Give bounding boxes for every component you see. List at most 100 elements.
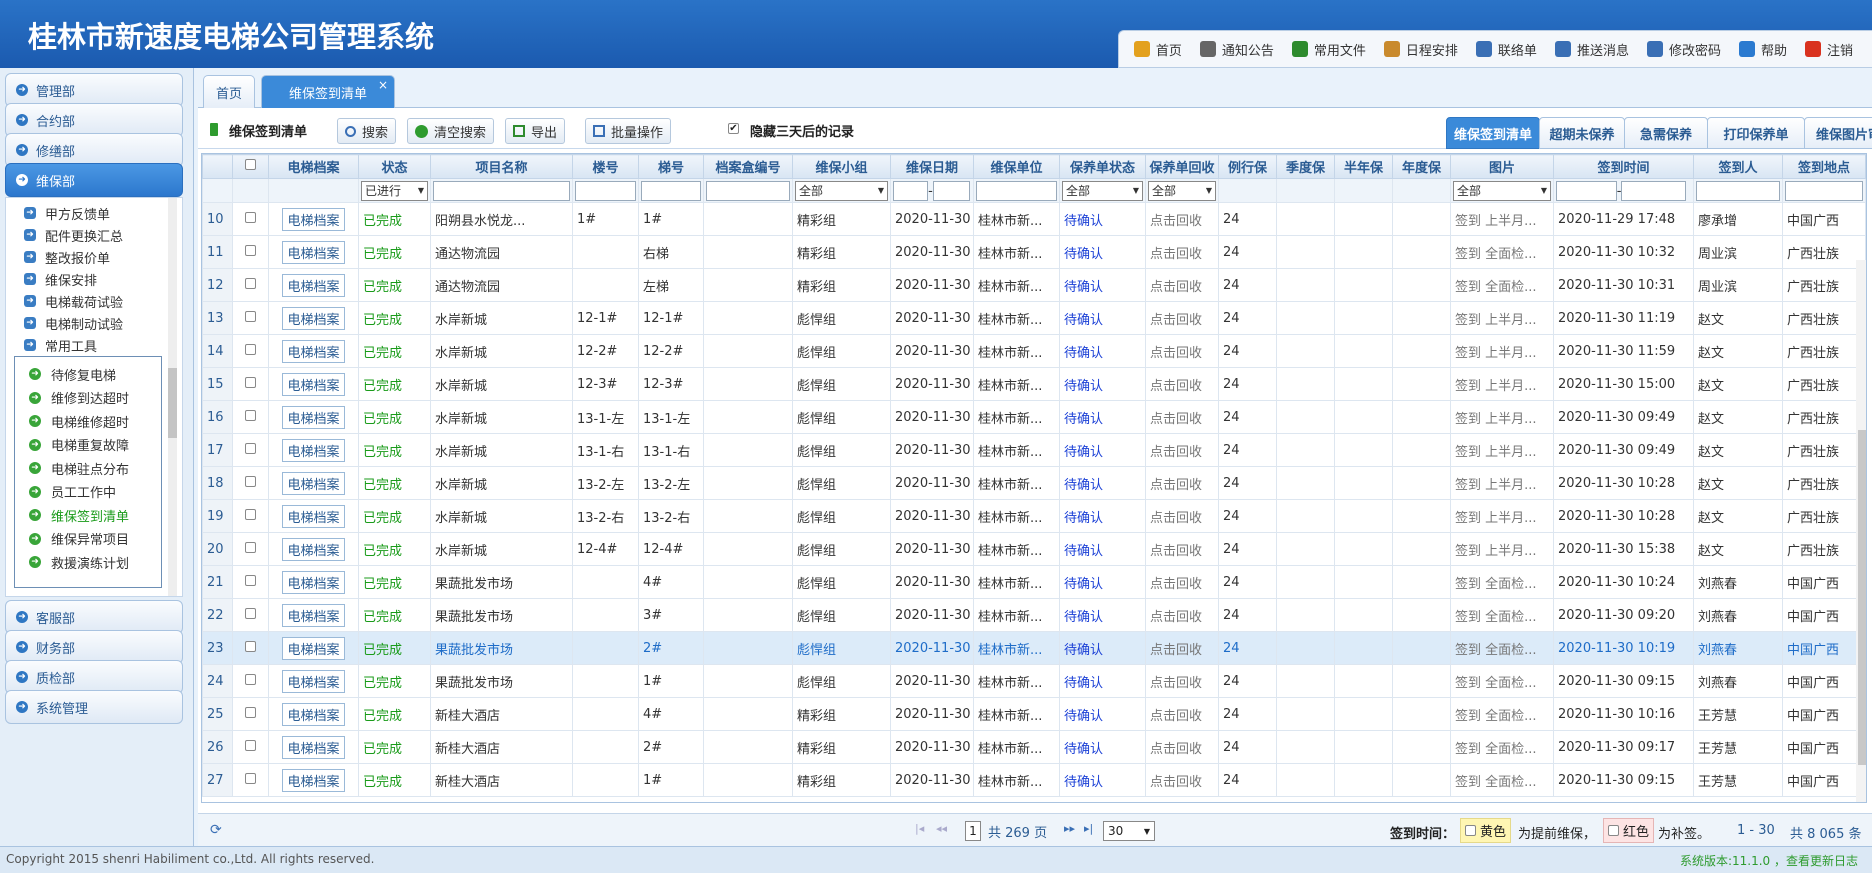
cell-img[interactable]: 签到 上半月... bbox=[1455, 412, 1537, 427]
row-checkbox[interactable] bbox=[245, 310, 256, 322]
cell-ostatus[interactable]: 待确认 bbox=[1064, 643, 1103, 658]
col-header[interactable]: 签到人 bbox=[1693, 154, 1783, 179]
cell-recycle[interactable]: 点击回收 bbox=[1150, 742, 1202, 757]
table-row[interactable]: 15 电梯档案 已完成 水岸新城 12-3# 12-3# 彪悍组 2020-11-30 桂林市新… bbox=[202, 367, 1866, 401]
table-row[interactable]: 21 电梯档案 已完成 果蔬批发市场 4# 彪悍组 2020-11-30 桂林市新... 待确认… bbox=[202, 565, 1866, 599]
select-all-checkbox[interactable] bbox=[245, 159, 256, 170]
view-tab-1[interactable]: 超期未保养 bbox=[1539, 117, 1625, 149]
row-checkbox[interactable] bbox=[245, 574, 256, 586]
clear-search-button[interactable]: 清空搜索 bbox=[407, 118, 495, 144]
row-checkbox[interactable] bbox=[245, 541, 256, 553]
view-tab-3[interactable]: 打印保养单 bbox=[1707, 117, 1805, 149]
cell-ostatus[interactable]: 待确认 bbox=[1064, 412, 1103, 427]
elevator-file-button[interactable]: 电梯档案 bbox=[282, 471, 345, 495]
submenu-item-1[interactable]: ➜ 配件更换汇总 bbox=[24, 224, 123, 246]
filter-select[interactable]: 已进行 ▼ bbox=[361, 180, 428, 201]
col-header[interactable]: 图片 bbox=[1450, 154, 1554, 179]
cell-ostatus[interactable]: 待确认 bbox=[1064, 379, 1103, 394]
col-header[interactable]: 楼号 bbox=[572, 154, 639, 179]
table-row[interactable]: 27 电梯档案 已完成 新桂大酒店 1# 精彩组 2020-11-30 桂林市新... 待确认 点… bbox=[202, 763, 1866, 797]
col-header[interactable]: 例行保 bbox=[1218, 154, 1277, 179]
page-input[interactable]: 1 bbox=[965, 821, 981, 841]
cell-img[interactable]: 签到 上半月... bbox=[1455, 313, 1537, 328]
cell-img[interactable]: 签到 全面检... bbox=[1455, 709, 1537, 724]
topnav-item-5[interactable]: 推送消息 bbox=[1554, 40, 1629, 59]
next-page-icon[interactable]: ▸▸ bbox=[1064, 822, 1075, 835]
popup-item-6[interactable]: ➜ 维保签到清单 bbox=[29, 504, 129, 526]
sidebar-section-0[interactable]: ➜ 管理部 bbox=[5, 73, 183, 107]
row-checkbox[interactable] bbox=[245, 607, 256, 619]
popup-item-8[interactable]: ➜ 救援演练计划 bbox=[29, 551, 129, 573]
filter-input[interactable] bbox=[976, 180, 1057, 201]
cell-img[interactable]: 签到 全面检... bbox=[1455, 643, 1537, 658]
cell-img[interactable]: 签到 全面检... bbox=[1455, 610, 1537, 625]
table-row[interactable]: 19 电梯档案 已完成 水岸新城 13-2-右 13-2-右 彪悍组 2020-11-30 桂林… bbox=[202, 499, 1866, 533]
sidebar-scroll-thumb[interactable] bbox=[168, 368, 177, 438]
cell-img[interactable]: 签到 全面检... bbox=[1455, 775, 1537, 790]
col-header[interactable]: 维保单位 bbox=[973, 154, 1060, 179]
vertical-scroll-thumb[interactable] bbox=[1858, 430, 1866, 765]
topnav-item-1[interactable]: 通知公告 bbox=[1199, 40, 1274, 59]
col-header[interactable]: 签到时间 bbox=[1553, 154, 1694, 179]
submenu-item-6[interactable]: ➜ 常用工具 bbox=[24, 334, 97, 356]
cell-ostatus[interactable]: 待确认 bbox=[1064, 445, 1103, 460]
submenu-item-3[interactable]: ➜ 维保安排 bbox=[24, 268, 97, 290]
cell-img[interactable]: 签到 全面检... bbox=[1455, 742, 1537, 757]
hide-checkbox[interactable]: ✔ bbox=[728, 123, 739, 134]
topnav-item-2[interactable]: 常用文件 bbox=[1291, 40, 1366, 59]
cell-recycle[interactable]: 点击回收 bbox=[1150, 676, 1202, 691]
elevator-file-button[interactable]: 电梯档案 bbox=[282, 306, 345, 330]
cell-ostatus[interactable]: 待确认 bbox=[1064, 214, 1103, 229]
row-checkbox[interactable] bbox=[245, 442, 256, 454]
cell-ostatus[interactable]: 待确认 bbox=[1064, 610, 1103, 625]
row-checkbox[interactable] bbox=[245, 640, 256, 652]
sidebar-section-2[interactable]: ➜ 修缮部 bbox=[5, 133, 183, 167]
filter-input[interactable] bbox=[706, 180, 790, 201]
sidebar-scrollbar[interactable] bbox=[168, 198, 177, 596]
topnav-item-6[interactable]: 修改密码 bbox=[1646, 40, 1721, 59]
filter-date-to[interactable] bbox=[1621, 180, 1687, 201]
view-tab-0[interactable]: 维保签到清单 bbox=[1446, 117, 1540, 149]
table-row[interactable]: 26 电梯档案 已完成 新桂大酒店 2# 精彩组 2020-11-30 桂林市新... 待确认 点… bbox=[202, 730, 1866, 764]
elevator-file-button[interactable]: 电梯档案 bbox=[282, 372, 345, 396]
col-header[interactable]: 半年保 bbox=[1334, 154, 1393, 179]
popup-item-5[interactable]: ➜ 员工工作中 bbox=[29, 481, 116, 503]
elevator-file-button[interactable]: 电梯档案 bbox=[282, 207, 345, 231]
filter-date-to[interactable] bbox=[932, 180, 971, 201]
elevator-file-button[interactable]: 电梯档案 bbox=[282, 240, 345, 264]
sidebar-section-3[interactable]: ➜ 维保部 bbox=[5, 163, 183, 197]
row-checkbox[interactable] bbox=[245, 739, 256, 751]
topnav-item-8[interactable]: 注销 bbox=[1804, 40, 1853, 59]
cell-ostatus[interactable]: 待确认 bbox=[1064, 247, 1103, 262]
col-header[interactable]: 梯号 bbox=[638, 154, 704, 179]
popup-item-1[interactable]: ➜ 维修到达超时 bbox=[29, 387, 129, 409]
row-checkbox[interactable] bbox=[245, 211, 256, 223]
table-row[interactable]: 23 电梯档案 已完成 果蔬批发市场 2# 彪悍组 2020-11-30 桂林市新... 待确认… bbox=[202, 631, 1866, 665]
submenu-item-5[interactable]: ➜ 电梯制动试验 bbox=[24, 312, 123, 334]
cell-recycle[interactable]: 点击回收 bbox=[1150, 643, 1202, 658]
elevator-file-button[interactable]: 电梯档案 bbox=[282, 735, 345, 759]
view-tab-4[interactable]: 维保图片审核 bbox=[1804, 117, 1872, 149]
cell-recycle[interactable]: 点击回收 bbox=[1150, 709, 1202, 724]
col-header[interactable]: 项目名称 bbox=[430, 154, 573, 179]
cell-img[interactable]: 签到 全面检... bbox=[1455, 577, 1537, 592]
prev-page-icon[interactable]: ◂◂ bbox=[936, 822, 947, 835]
tab-sign-in-list[interactable]: 维保签到清单 × bbox=[261, 75, 395, 108]
cell-ostatus[interactable]: 待确认 bbox=[1064, 511, 1103, 526]
cell-ostatus[interactable]: 待确认 bbox=[1064, 346, 1103, 361]
cell-recycle[interactable]: 点击回收 bbox=[1150, 511, 1202, 526]
cell-recycle[interactable]: 点击回收 bbox=[1150, 544, 1202, 559]
submenu-item-0[interactable]: ➜ 甲方反馈单 bbox=[24, 202, 110, 224]
sidebar-section-1[interactable]: ➜ 合约部 bbox=[5, 103, 183, 137]
cell-recycle[interactable]: 点击回收 bbox=[1150, 379, 1202, 394]
table-row[interactable]: 10 电梯档案 已完成 阳朔县水悦龙... 1# 1# 精彩组 2020-11-30 桂林市新.… bbox=[202, 202, 1866, 236]
cell-recycle[interactable]: 点击回收 bbox=[1150, 313, 1202, 328]
refresh-icon[interactable]: ⟳ bbox=[210, 822, 222, 838]
filter-date-from[interactable] bbox=[1556, 180, 1617, 201]
table-row[interactable]: 17 电梯档案 已完成 水岸新城 13-1-右 13-1-右 彪悍组 2020-11-30 桂林… bbox=[202, 433, 1866, 467]
cell-ostatus[interactable]: 待确认 bbox=[1064, 709, 1103, 724]
elevator-file-button[interactable]: 电梯档案 bbox=[282, 504, 345, 528]
sidebar-section-7[interactable]: ➜ 系统管理 bbox=[5, 690, 183, 724]
elevator-file-button[interactable]: 电梯档案 bbox=[282, 438, 345, 462]
cell-img[interactable]: 签到 全面检... bbox=[1455, 280, 1537, 295]
